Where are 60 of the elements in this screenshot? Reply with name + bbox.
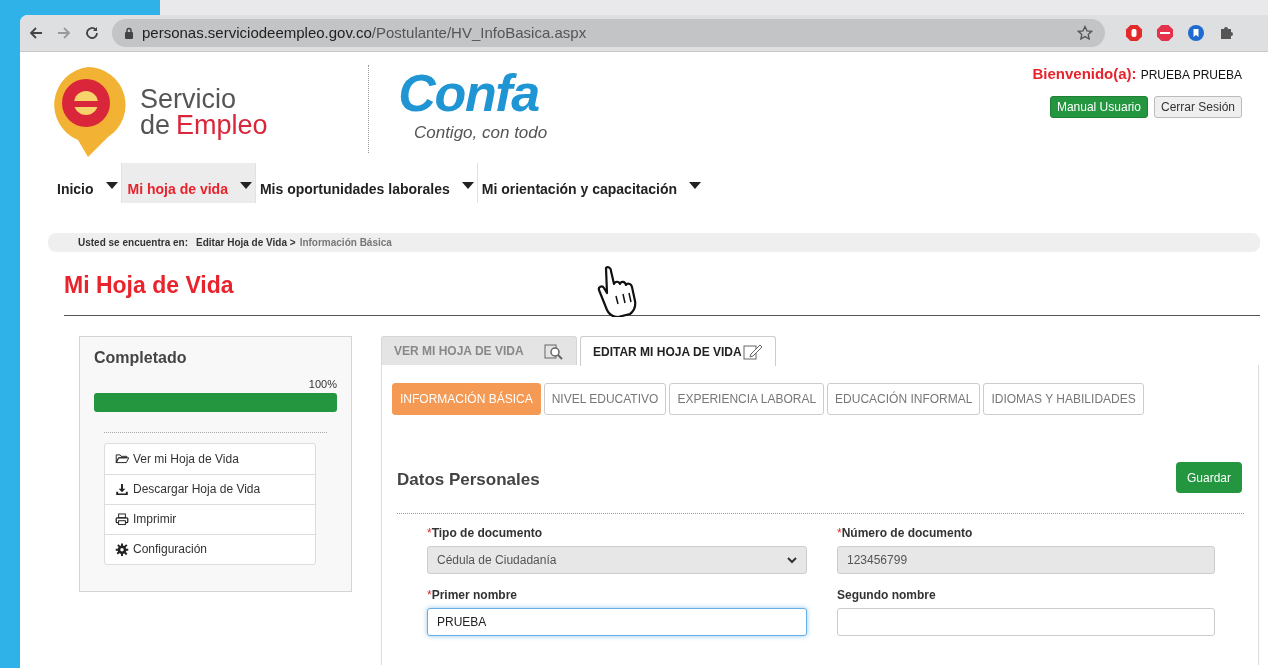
sidebar-menu-item[interactable]: Configuración	[105, 533, 315, 564]
logo-text: de	[140, 111, 171, 138]
page-title: Mi Hoja de Vida	[64, 271, 234, 300]
field-label: Primer nombre	[431, 588, 518, 602]
download-icon	[115, 482, 129, 496]
adblock-extension-icon[interactable]	[1156, 24, 1174, 42]
section-tab[interactable]: NIVEL EDUCATIVO	[543, 383, 667, 415]
confa-logo-text: Confa	[398, 63, 539, 124]
logo-text: Servicio	[140, 85, 238, 112]
folder-icon	[115, 452, 129, 465]
url-text: personas.serviciodeempleo.gov.co/Postulante/HV_InfoBasica.aspx	[142, 22, 587, 43]
printer-icon	[115, 512, 129, 526]
pencil-document-icon	[743, 343, 763, 360]
welcome-label: Bienvenido(a):	[1032, 64, 1137, 84]
field-label: Número de documento	[841, 526, 973, 540]
sidebar-menu-item[interactable]: Ver mi Hoja de Vida	[105, 443, 315, 474]
breadcrumb-link[interactable]: Editar Hoja de Vida >	[196, 235, 296, 250]
stop-hand-extension-icon[interactable]	[1125, 24, 1143, 42]
field-label: Segundo nombre	[837, 588, 936, 602]
nav-menu-item[interactable]: Mi orientación y capacitación	[476, 163, 705, 203]
logo-text: Empleo	[176, 111, 268, 138]
logo-tagline: Contigo, con todo	[412, 124, 548, 142]
required-mark: *	[837, 526, 842, 540]
user-name: PRUEBA PRUEBA	[1140, 67, 1242, 84]
section-tab[interactable]: IDIOMAS Y HABILIDADES	[983, 383, 1144, 415]
sidebar-menu-item[interactable]: Descargar Hoja de Vida	[105, 473, 315, 504]
bookmark-extension-icon[interactable]	[1187, 24, 1205, 42]
lock-icon	[124, 26, 134, 40]
breadcrumb-current: Información Básica	[299, 236, 392, 250]
section-tab[interactable]: EXPERIENCIA LABORAL	[669, 383, 825, 415]
puzzle-icon[interactable]	[1218, 24, 1236, 42]
chevron-down-icon	[787, 556, 797, 564]
caret-down-icon	[689, 181, 702, 189]
manual-button[interactable]: Manual Usuario	[1049, 95, 1148, 118]
panel-title: Completado	[94, 348, 188, 368]
input-field[interactable]: PRUEBA	[427, 608, 807, 636]
logout-button[interactable]: Cerrar Sesión	[1153, 95, 1242, 118]
nav-menu-item[interactable]: Inicio	[53, 163, 121, 203]
magnifier-document-icon	[544, 342, 564, 360]
caret-down-icon	[105, 181, 118, 189]
section-title: Datos Personales	[397, 469, 540, 491]
input-field[interactable]	[837, 608, 1215, 636]
save-button[interactable]: Guardar	[1175, 462, 1242, 493]
nav-menu-item[interactable]: Mis oportunidades laborales	[254, 163, 477, 203]
caret-down-icon	[239, 181, 252, 189]
caret-down-icon	[461, 181, 474, 189]
required-mark: *	[427, 588, 432, 602]
settings-icon	[115, 542, 129, 556]
section-tab[interactable]: EDUCACIÓN INFORMAL	[827, 383, 981, 415]
page-tab[interactable]: EDITAR MI HOJA DE VIDA	[580, 336, 776, 366]
required-mark: *	[427, 526, 432, 540]
reload-icon[interactable]	[84, 25, 100, 41]
sidebar-menu-item[interactable]: Imprimir	[105, 503, 315, 534]
address-bar[interactable]: personas.serviciodeempleo.gov.co/Postulante/HV_InfoBasica.aspx	[112, 19, 1105, 47]
breadcrumb-label: Usted se encuentra en:	[78, 236, 189, 250]
back-icon[interactable]	[28, 25, 44, 41]
progress-percent: 100%	[308, 377, 337, 392]
field-label: Tipo de documento	[431, 526, 543, 540]
bookmark-star-icon[interactable]	[1077, 25, 1093, 41]
nav-menu-item[interactable]: Mi hoja de vida	[120, 163, 255, 203]
